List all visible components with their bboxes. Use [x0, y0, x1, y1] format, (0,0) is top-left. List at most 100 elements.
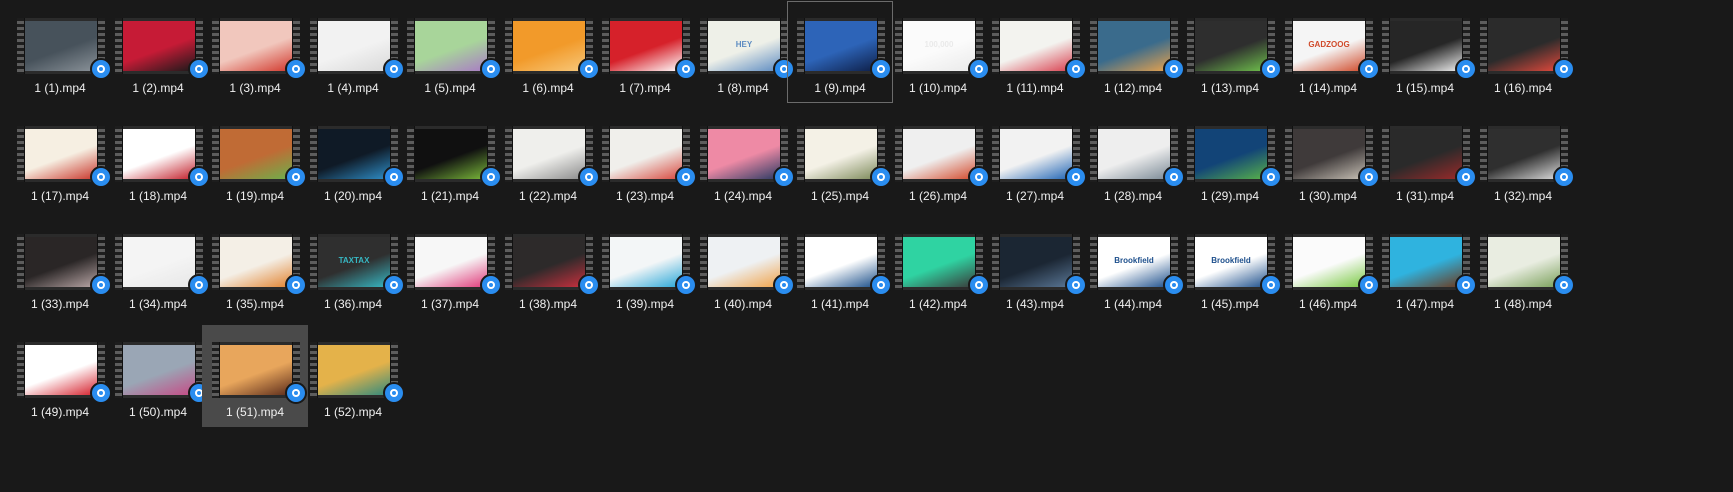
file-item[interactable]: 1 (3).mp4 — [202, 1, 308, 103]
video-frame-preview — [610, 237, 682, 287]
file-item[interactable]: 1 (9).mp4 — [787, 1, 893, 103]
video-frame-preview: 100,000 — [903, 21, 975, 71]
file-item[interactable]: 1 (12).mp4 — [1080, 1, 1186, 103]
file-item[interactable]: 1 (22).mp4 — [495, 109, 601, 211]
file-item[interactable]: 1 (28).mp4 — [1080, 109, 1186, 211]
video-frame-preview — [708, 237, 780, 287]
video-frame-preview — [415, 129, 487, 179]
file-item[interactable]: 1 (15).mp4 — [1372, 1, 1478, 103]
file-item[interactable]: 1 (6).mp4 — [495, 1, 601, 103]
file-item[interactable]: 1 (7).mp4 — [592, 1, 698, 103]
file-item[interactable]: 1 (5).mp4 — [397, 1, 503, 103]
video-frame-preview — [25, 345, 97, 395]
file-item[interactable]: 1 (24).mp4 — [690, 109, 796, 211]
thumbnail-caption: TAXTAX — [338, 256, 370, 265]
filmstrip-edge — [407, 126, 415, 182]
filmstrip-edge — [505, 234, 513, 290]
file-name: 1 (50).mp4 — [128, 405, 188, 419]
filmstrip-edge — [1090, 234, 1098, 290]
file-item[interactable]: 1 (27).mp4 — [982, 109, 1088, 211]
file-item[interactable]: 1 (30).mp4 — [1275, 109, 1381, 211]
file-item[interactable]: 1 (37).mp4 — [397, 217, 503, 319]
file-item[interactable]: 1 (33).mp4 — [7, 217, 113, 319]
file-name: 1 (4).mp4 — [327, 81, 379, 95]
file-item[interactable]: 1 (1).mp4 — [7, 1, 113, 103]
file-item[interactable]: 1 (13).mp4 — [1177, 1, 1283, 103]
file-item[interactable]: 1 (4).mp4 — [300, 1, 406, 103]
file-item[interactable]: TAXTAX 1 (36).mp4 — [300, 217, 406, 319]
file-item[interactable]: 1 (38).mp4 — [495, 217, 601, 319]
file-grid: 1 (1).mp4 1 (2).mp4 1 (3).mp4 1 (4).mp4 1 (5… — [0, 0, 1733, 492]
file-name: 1 (32).mp4 — [1493, 189, 1553, 203]
file-name: 1 (34).mp4 — [128, 297, 188, 311]
file-item[interactable]: 1 (43).mp4 — [982, 217, 1088, 319]
file-item[interactable]: 1 (39).mp4 — [592, 217, 698, 319]
file-item[interactable]: 1 (19).mp4 — [202, 109, 308, 211]
file-item[interactable]: 1 (47).mp4 — [1372, 217, 1478, 319]
file-item[interactable]: 1 (35).mp4 — [202, 217, 308, 319]
file-item[interactable]: 1 (17).mp4 — [7, 109, 113, 211]
file-item[interactable]: 1 (50).mp4 — [105, 325, 211, 427]
video-frame-preview — [805, 237, 877, 287]
file-name: 1 (27).mp4 — [1005, 189, 1065, 203]
file-name: 1 (7).mp4 — [619, 81, 671, 95]
file-name: 1 (40).mp4 — [713, 297, 773, 311]
file-item[interactable]: 1 (25).mp4 — [787, 109, 893, 211]
file-item[interactable]: 1 (48).mp4 — [1470, 217, 1576, 319]
filmstrip-edge — [212, 18, 220, 74]
file-item[interactable]: 1 (16).mp4 — [1470, 1, 1576, 103]
file-item[interactable]: 1 (2).mp4 — [105, 1, 211, 103]
file-name: 1 (24).mp4 — [713, 189, 773, 203]
video-frame-preview — [123, 237, 195, 287]
file-item[interactable]: 1 (42).mp4 — [885, 217, 991, 319]
filmstrip-edge — [212, 126, 220, 182]
video-frame-preview — [1390, 129, 1462, 179]
file-item[interactable]: 1 (26).mp4 — [885, 109, 991, 211]
filmstrip-edge — [797, 126, 805, 182]
file-name: 1 (31).mp4 — [1395, 189, 1455, 203]
video-frame-preview — [220, 21, 292, 71]
file-item[interactable]: 1 (32).mp4 — [1470, 109, 1576, 211]
file-item[interactable]: GADZOOG 1 (14).mp4 — [1275, 1, 1381, 103]
file-item[interactable]: Brookfield 1 (45).mp4 — [1177, 217, 1283, 319]
video-player-icon — [1553, 274, 1575, 296]
file-item[interactable]: 1 (18).mp4 — [105, 109, 211, 211]
file-item[interactable]: 1 (31).mp4 — [1372, 109, 1478, 211]
video-frame-preview — [513, 237, 585, 287]
file-item[interactable]: 1 (49).mp4 — [7, 325, 113, 427]
video-frame-preview — [1488, 237, 1560, 287]
file-item[interactable]: HEY 1 (8).mp4 — [690, 1, 796, 103]
file-item[interactable]: 1 (34).mp4 — [105, 217, 211, 319]
file-item[interactable]: 1 (40).mp4 — [690, 217, 796, 319]
filmstrip-edge — [1285, 126, 1293, 182]
video-frame-preview — [25, 21, 97, 71]
filmstrip-edge — [1480, 126, 1488, 182]
file-item[interactable]: 1 (21).mp4 — [397, 109, 503, 211]
file-item[interactable]: 1 (20).mp4 — [300, 109, 406, 211]
file-item[interactable]: 1 (52).mp4 — [300, 325, 406, 427]
video-frame-preview — [1195, 129, 1267, 179]
video-frame-preview — [610, 21, 682, 71]
video-frame-preview — [1488, 129, 1560, 179]
file-item[interactable]: Brookfield 1 (44).mp4 — [1080, 217, 1186, 319]
file-item[interactable]: 1 (11).mp4 — [982, 1, 1088, 103]
file-name: 1 (1).mp4 — [34, 81, 86, 95]
file-name: 1 (47).mp4 — [1395, 297, 1455, 311]
file-item[interactable]: 100,000 1 (10).mp4 — [885, 1, 991, 103]
filmstrip-edge — [895, 18, 903, 74]
filmstrip-edge — [992, 126, 1000, 182]
video-frame-preview — [805, 129, 877, 179]
file-item[interactable]: 1 (41).mp4 — [787, 217, 893, 319]
filmstrip-edge — [700, 126, 708, 182]
file-item[interactable]: 1 (51).mp4 — [202, 325, 308, 427]
file-name: 1 (28).mp4 — [1103, 189, 1163, 203]
file-name: 1 (44).mp4 — [1103, 297, 1163, 311]
file-item[interactable]: 1 (46).mp4 — [1275, 217, 1381, 319]
file-item[interactable]: 1 (23).mp4 — [592, 109, 698, 211]
filmstrip-edge — [310, 234, 318, 290]
file-name: 1 (6).mp4 — [522, 81, 574, 95]
file-name: 1 (12).mp4 — [1103, 81, 1163, 95]
video-frame-preview — [123, 345, 195, 395]
file-name: 1 (5).mp4 — [424, 81, 476, 95]
file-item[interactable]: 1 (29).mp4 — [1177, 109, 1283, 211]
